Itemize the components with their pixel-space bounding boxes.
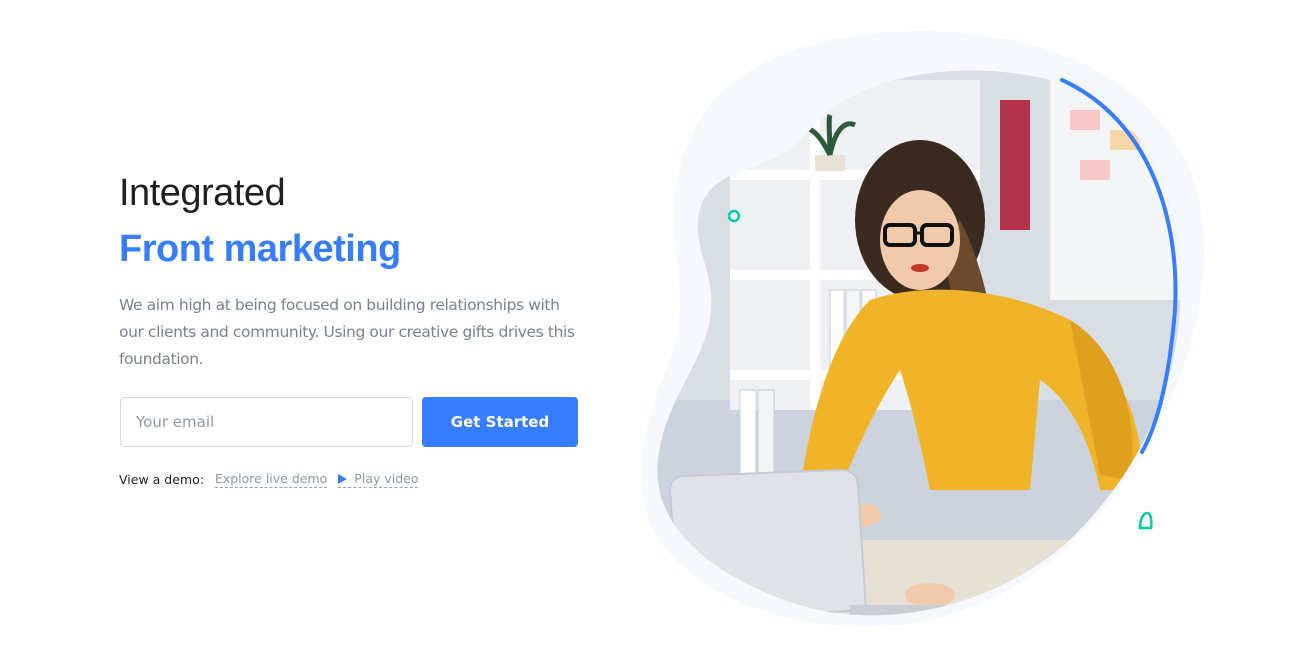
hero-illustration bbox=[641, 31, 1205, 627]
email-signup-form: Get Started bbox=[120, 397, 578, 447]
get-started-button[interactable]: Get Started bbox=[422, 397, 578, 447]
hero-text-block: Integrated Front marketing We aim high a… bbox=[119, 168, 599, 373]
demo-links-row: View a demo: Explore live demo Play vide… bbox=[119, 471, 419, 488]
play-icon bbox=[338, 473, 348, 484]
email-input[interactable] bbox=[120, 397, 413, 447]
headline-light: Integrated bbox=[119, 172, 286, 214]
play-video-label: Play video bbox=[354, 471, 419, 486]
explore-live-demo-link[interactable]: Explore live demo bbox=[214, 471, 328, 488]
teal-drop-accent bbox=[1138, 511, 1153, 530]
play-video-link[interactable]: Play video bbox=[338, 471, 419, 488]
hero-section: Integrated Front marketing We aim high a… bbox=[0, 0, 1297, 652]
demo-label: View a demo: bbox=[119, 472, 204, 487]
headline-bold: Front marketing bbox=[119, 228, 401, 270]
hero-lead-paragraph: We aim high at being focused on building… bbox=[119, 296, 575, 368]
